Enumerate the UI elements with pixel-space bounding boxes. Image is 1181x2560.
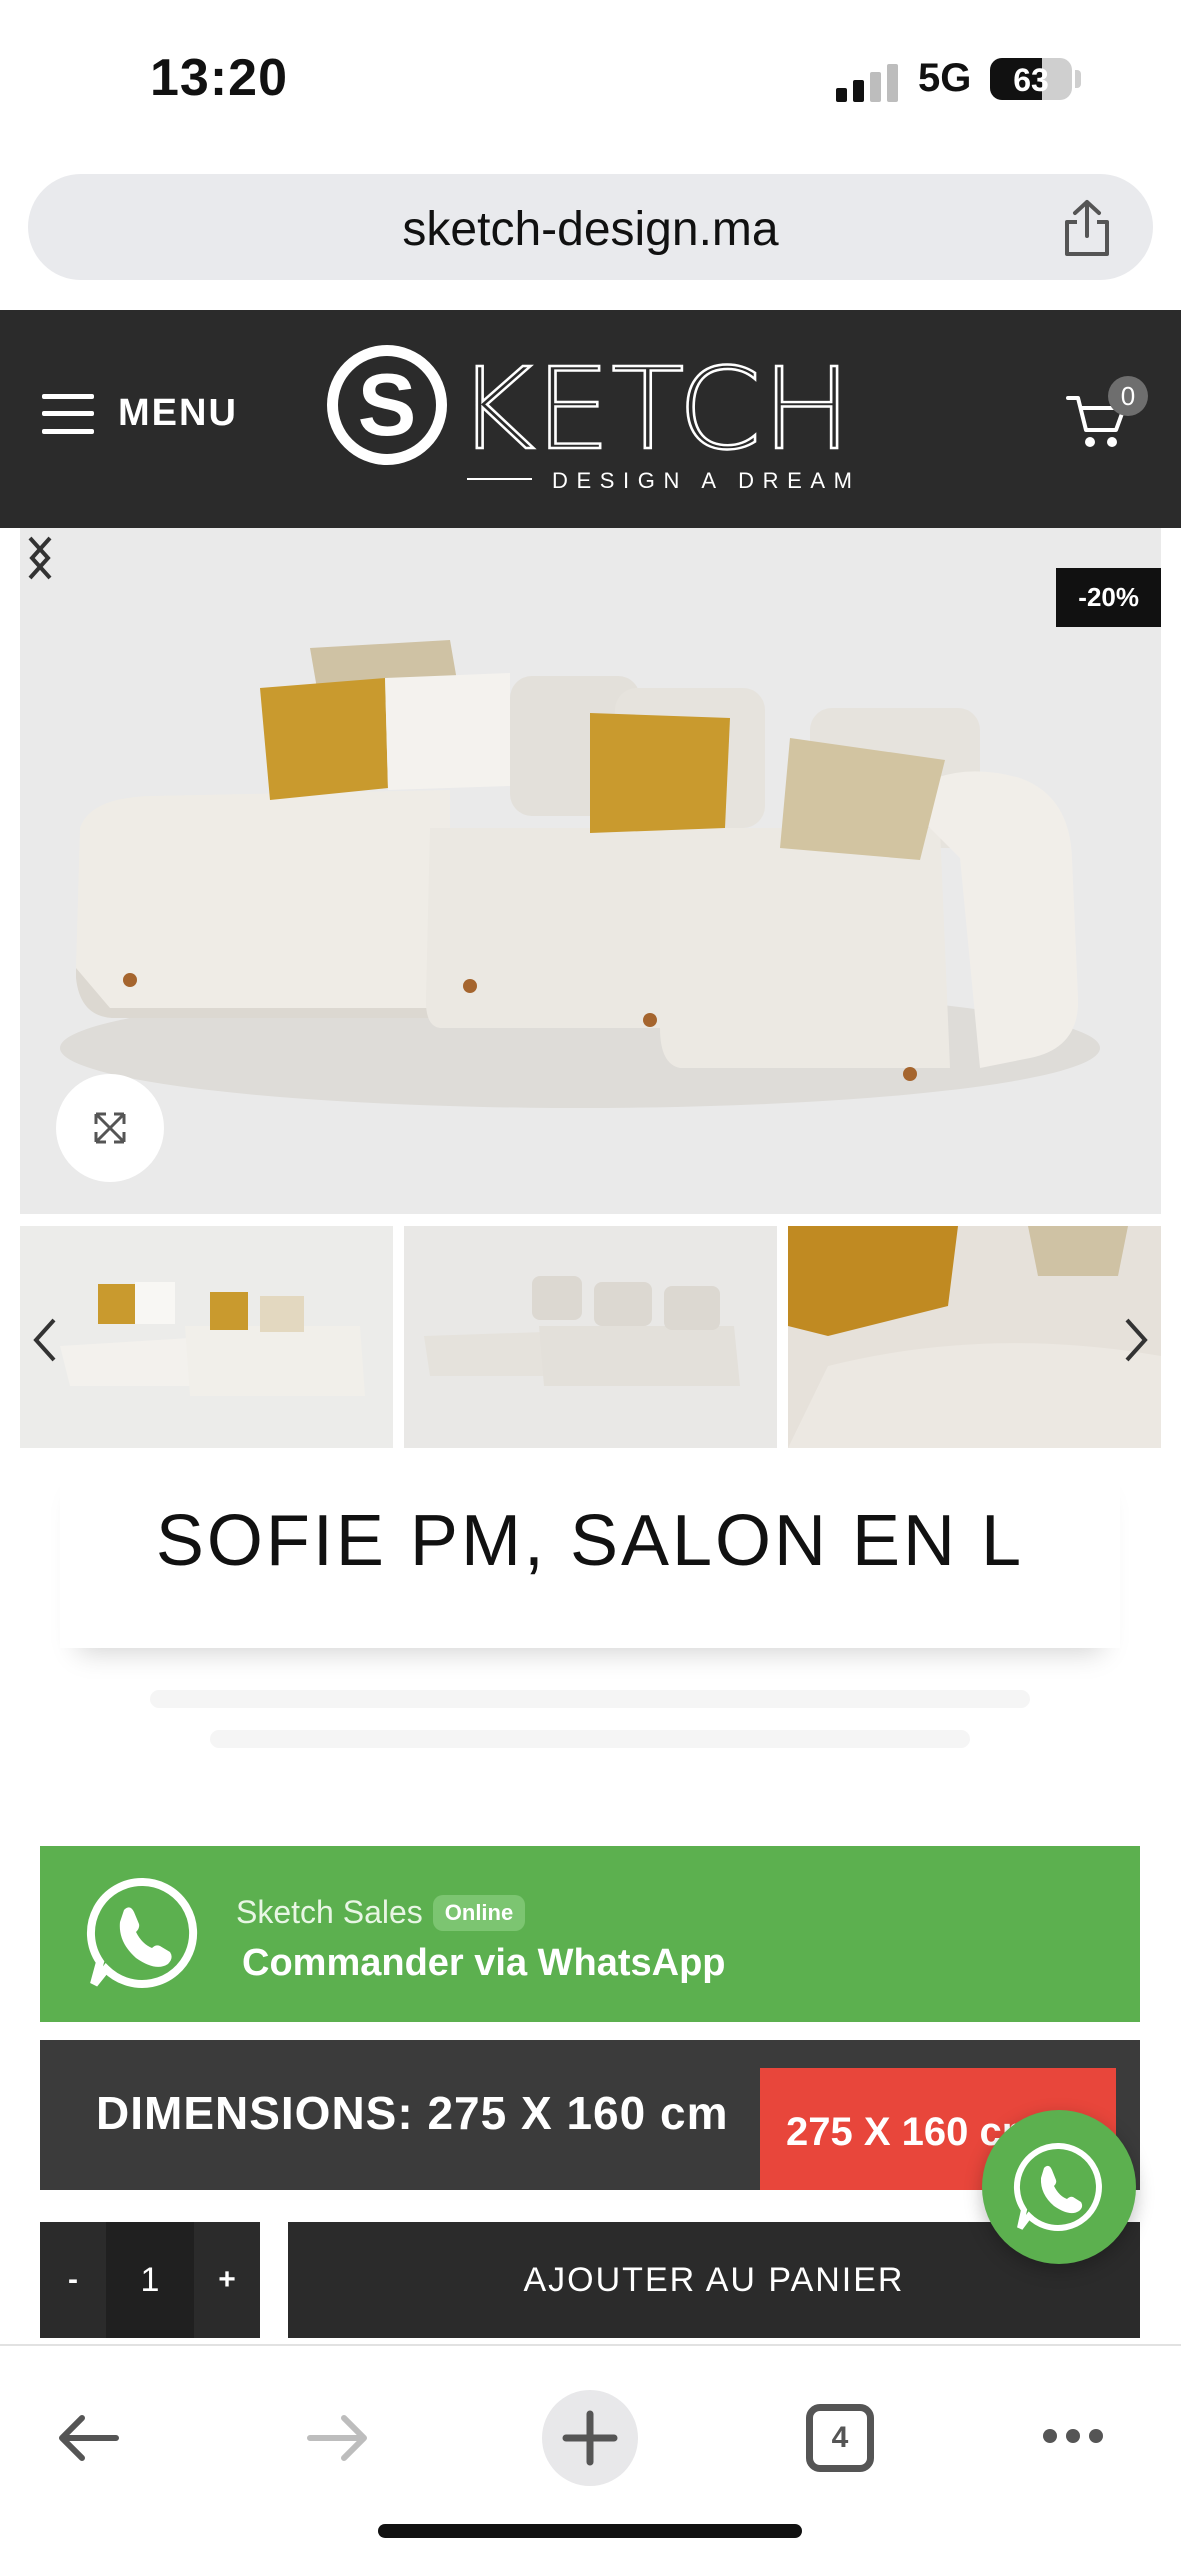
status-bar: 13:20 5G 63 [0, 0, 1181, 160]
whatsapp-icon [1013, 2142, 1102, 2231]
thumbnail-prev-chevron-icon[interactable] [24, 1310, 64, 1370]
menu-label: MENU [118, 392, 238, 434]
whatsapp-icon [86, 1877, 198, 1988]
product-title: SOFIE PM, SALON EN L [155, 1501, 1025, 1581]
thumbnail-sofa-side[interactable] [404, 1226, 777, 1448]
battery-icon: 63 [990, 58, 1072, 100]
plus-icon [562, 2410, 618, 2466]
battery-tip [1075, 70, 1081, 88]
quantity-input[interactable]: 1 [106, 2222, 194, 2338]
product-main-image[interactable]: -20% [20, 528, 1161, 1214]
back-arrow-icon[interactable] [52, 2408, 124, 2468]
logo-word: KETCH [456, 345, 852, 475]
url-text[interactable]: sketch-design.ma [28, 202, 1153, 257]
sketch-logo[interactable]: S KETCH DESIGN A DREAM [322, 340, 862, 500]
thumbnail-sofa-closeup[interactable] [788, 1226, 1161, 1448]
whatsapp-floating-button[interactable] [982, 2110, 1136, 2264]
hamburger-icon [42, 393, 94, 434]
whatsapp-order-button[interactable]: Sketch Sales Online Commander via WhatsA… [40, 1846, 1140, 2022]
new-tab-button[interactable] [542, 2390, 638, 2486]
share-icon[interactable] [1059, 198, 1115, 258]
thumbnail-sofa-front[interactable] [20, 1226, 393, 1448]
quantity-decrease-button[interactable]: - [40, 2222, 106, 2338]
dimensions-label: DIMENSIONS: 275 X 160 cm [96, 2087, 729, 2139]
whatsapp-status-badge: Online [432, 1894, 526, 1931]
quantity-stepper: - 1 + [40, 2222, 260, 2338]
product-title-card: SOFIE PM, SALON EN L [60, 1458, 1120, 1648]
logo-letter: S [358, 355, 417, 454]
cart-count-badge: 0 [1108, 376, 1148, 416]
more-options-icon[interactable] [1040, 2424, 1106, 2448]
address-bar[interactable]: sketch-design.ma [28, 174, 1153, 280]
whatsapp-cta-label: Commander via WhatsApp [242, 1942, 726, 1984]
sofa-illustration [60, 640, 1100, 1108]
expand-image-button[interactable] [56, 1074, 164, 1182]
whatsapp-agent-name: Sketch Sales [236, 1894, 423, 1930]
menu-button[interactable]: MENU [42, 392, 238, 435]
site-header: MENU S KETCH DESIGN A DREAM 0 [0, 310, 1181, 528]
whatsapp-agent: Sketch Sales Online [236, 1894, 526, 1931]
network-type: 5G [918, 56, 972, 100]
thumbnail-strip [20, 1226, 1161, 1448]
forward-arrow-icon[interactable] [302, 2408, 374, 2468]
tabs-button[interactable]: 4 [806, 2404, 874, 2472]
expand-arrows-icon [94, 1112, 126, 1144]
faded-description [150, 1680, 1030, 1780]
status-time: 13:20 [150, 49, 288, 107]
thumbnail-next-chevron-icon[interactable] [1117, 1310, 1157, 1370]
gallery-next-chevron-icon[interactable] [20, 528, 60, 588]
battery-percent: 63 [1013, 62, 1049, 98]
quantity-increase-button[interactable]: + [194, 2222, 260, 2338]
discount-badge: -20% [1056, 568, 1161, 627]
home-indicator [378, 2524, 802, 2538]
dimensions-selector: DIMENSIONS: 275 X 160 cm 275 X 160 cm [40, 2040, 1140, 2190]
cellular-signal-icon [836, 64, 898, 102]
